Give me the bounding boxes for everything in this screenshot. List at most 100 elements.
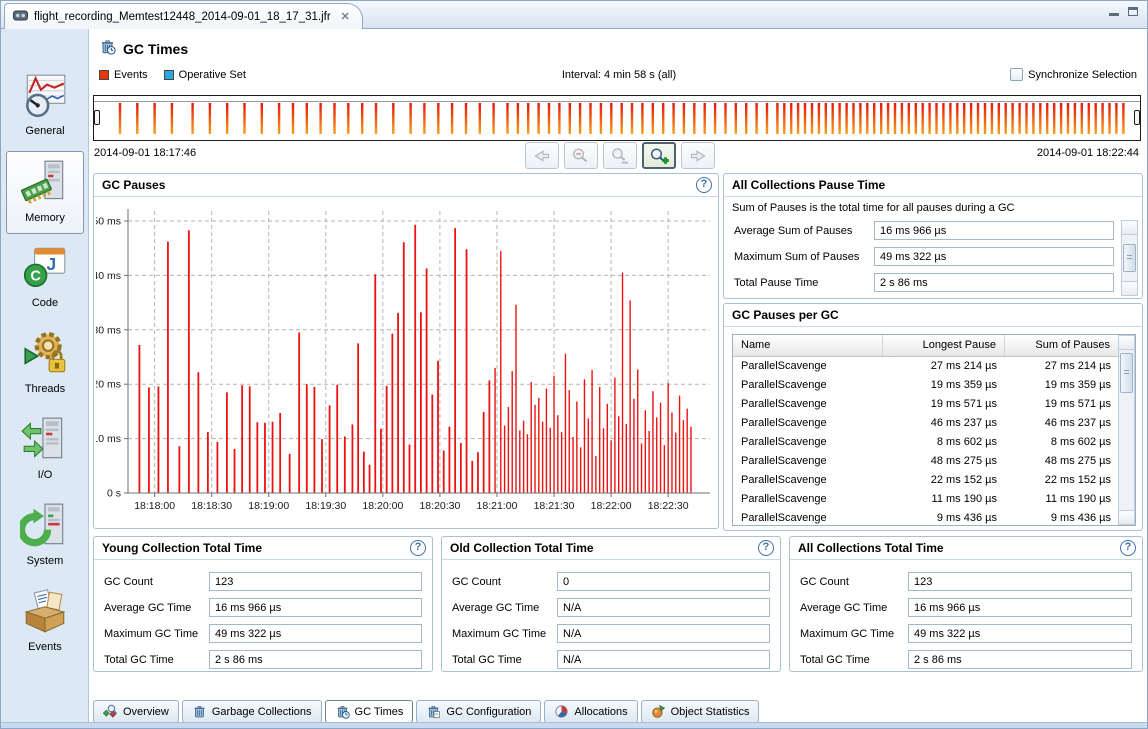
jmc-window: flight_recording_Memtest12448_2014-09-01… — [0, 0, 1148, 729]
table-scrollbar[interactable] — [1118, 335, 1135, 525]
sidebar-item-label: I/O — [6, 469, 84, 481]
cell-gc-name: ParallelScavenge — [733, 433, 883, 452]
scroll-down-icon[interactable] — [1118, 510, 1135, 525]
tab-overview[interactable]: Overview — [93, 700, 179, 723]
tab-object-statistics[interactable]: Object Statistics — [641, 700, 760, 723]
scrollbar-thumb[interactable] — [1123, 244, 1136, 272]
svg-text:18:20:00: 18:20:00 — [362, 500, 403, 512]
timeline-left-handle[interactable] — [94, 110, 100, 125]
table-row[interactable]: ParallelScavenge19 ms 359 µs19 ms 359 µs — [733, 376, 1135, 395]
field-value[interactable] — [557, 572, 770, 591]
tab-label: GC Configuration — [446, 706, 531, 718]
page-title: GC Times — [123, 41, 188, 57]
table-row[interactable]: ParallelScavenge9 ms 436 µs9 ms 436 µs — [733, 509, 1135, 526]
svg-text:18:18:00: 18:18:00 — [134, 500, 175, 512]
timeline-right-handle[interactable] — [1134, 110, 1140, 125]
field-row: Total GC Time — [94, 649, 432, 675]
tab-label: GC Times — [355, 706, 404, 718]
field-value[interactable] — [874, 221, 1114, 240]
forward-button[interactable] — [681, 142, 715, 169]
table-row[interactable]: ParallelScavenge8 ms 602 µs8 ms 602 µs — [733, 433, 1135, 452]
events-icon — [6, 584, 84, 640]
pause-time-scrollbar[interactable] — [1121, 220, 1138, 296]
minimize-view-icon[interactable] — [1109, 13, 1119, 16]
tab-garbage-collections[interactable]: Garbage Collections — [182, 700, 322, 723]
help-icon[interactable]: ? — [410, 540, 426, 556]
zoom-range-button[interactable] — [603, 142, 637, 169]
field-value[interactable] — [209, 650, 422, 669]
help-icon[interactable]: ? — [696, 177, 712, 193]
zoom-out-button[interactable] — [564, 142, 598, 169]
cell-gc-name: ParallelScavenge — [733, 509, 883, 526]
field-value[interactable] — [557, 598, 770, 617]
per-gc-table: NameLongest PauseSum of Pauses ParallelS… — [732, 334, 1136, 526]
svg-text:40 ms: 40 ms — [96, 270, 121, 282]
tab-label: Allocations — [574, 706, 627, 718]
table-row[interactable]: ParallelScavenge22 ms 152 µs22 ms 152 µs — [733, 471, 1135, 490]
table-row[interactable]: ParallelScavenge19 ms 571 µs19 ms 571 µs — [733, 395, 1135, 414]
field-value[interactable] — [908, 650, 1132, 669]
cell-gc-name: ParallelScavenge — [733, 490, 883, 509]
column-header[interactable]: Name — [733, 335, 883, 356]
sidebar-item-system[interactable]: System — [6, 495, 84, 578]
sidebar-item-io[interactable]: I/O — [6, 409, 84, 492]
field-value[interactable] — [209, 598, 422, 617]
sidebar-item-threads[interactable]: Threads — [6, 323, 84, 406]
timeline-strip[interactable] — [93, 95, 1141, 141]
field-value[interactable] — [557, 650, 770, 669]
cell-gc-name: ParallelScavenge — [733, 471, 883, 490]
field-label: GC Count — [800, 576, 849, 588]
scrollbar-thumb[interactable] — [1120, 353, 1133, 393]
table-row[interactable]: ParallelScavenge48 ms 275 µs48 ms 275 µs — [733, 452, 1135, 471]
tab-allocations[interactable]: Allocations — [544, 700, 637, 723]
field-row: Average Sum of Pauses — [724, 220, 1142, 246]
scroll-up-icon[interactable] — [1121, 220, 1138, 235]
sidebar-item-code[interactable]: JCCode — [6, 237, 84, 320]
synchronize-checkbox[interactable] — [1010, 68, 1023, 81]
column-header[interactable]: Longest Pause — [883, 335, 1005, 356]
gc-pauses-chart[interactable]: 0 s10 ms20 ms30 ms40 ms50 ms18:18:0018:1… — [96, 199, 718, 527]
scroll-down-icon[interactable] — [1121, 281, 1138, 296]
field-value[interactable] — [557, 624, 770, 643]
sidebar-item-events[interactable]: Events — [6, 581, 84, 664]
zoom-in-button[interactable] — [642, 142, 676, 169]
column-header[interactable]: Sum of Pauses — [1005, 335, 1119, 356]
page-header: GC Times — [99, 38, 188, 60]
cell-gc-name: ParallelScavenge — [733, 357, 883, 376]
help-icon[interactable]: ? — [1120, 540, 1136, 556]
zoom-toolbar — [525, 142, 715, 169]
help-icon[interactable]: ? — [758, 540, 774, 556]
field-value[interactable] — [908, 624, 1132, 643]
svg-text:30 ms: 30 ms — [96, 324, 121, 336]
tab-gc-times[interactable]: GC Times — [325, 700, 414, 723]
field-value[interactable] — [908, 572, 1132, 591]
field-value[interactable] — [209, 572, 422, 591]
sidebar-item-memory[interactable]: Memory — [6, 151, 84, 234]
field-value[interactable] — [209, 624, 422, 643]
field-row: Maximum GC Time — [94, 623, 432, 649]
timeline-events-chart[interactable] — [94, 96, 1140, 140]
field-value[interactable] — [908, 598, 1132, 617]
sidebar-item-general[interactable]: General — [6, 65, 84, 148]
timeline-legend: Events Operative Set — [99, 69, 246, 81]
sidebar-item-label: System — [6, 555, 84, 567]
cell-value: 8 ms 602 µs — [883, 433, 1005, 452]
range-end-time: 2014-09-01 18:22:44 — [1037, 147, 1139, 159]
range-start-time: 2014-09-01 18:17:46 — [94, 147, 196, 159]
close-icon[interactable]: ✕ — [341, 10, 350, 23]
field-value[interactable] — [874, 273, 1114, 292]
table-row[interactable]: ParallelScavenge11 ms 190 µs11 ms 190 µs — [733, 490, 1135, 509]
field-label: Average GC Time — [104, 602, 191, 614]
table-row[interactable]: ParallelScavenge46 ms 237 µs46 ms 237 µs — [733, 414, 1135, 433]
scroll-up-icon[interactable] — [1118, 335, 1135, 350]
field-value[interactable] — [874, 247, 1114, 266]
tab-gc-configuration[interactable]: GC Configuration — [416, 700, 541, 723]
per-gc-panel: GC Pauses per GC NameLongest PauseSum of… — [723, 303, 1143, 531]
editor-tab-flight-recording[interactable]: flight_recording_Memtest12448_2014-09-01… — [4, 3, 363, 29]
table-row[interactable]: ParallelScavenge27 ms 214 µs27 ms 214 µs — [733, 357, 1135, 376]
system-icon — [6, 498, 84, 554]
back-button[interactable] — [525, 142, 559, 169]
field-row: Average GC Time — [790, 597, 1142, 623]
legend-item-operative-set: Operative Set — [164, 69, 246, 81]
maximize-view-icon[interactable] — [1128, 7, 1138, 16]
